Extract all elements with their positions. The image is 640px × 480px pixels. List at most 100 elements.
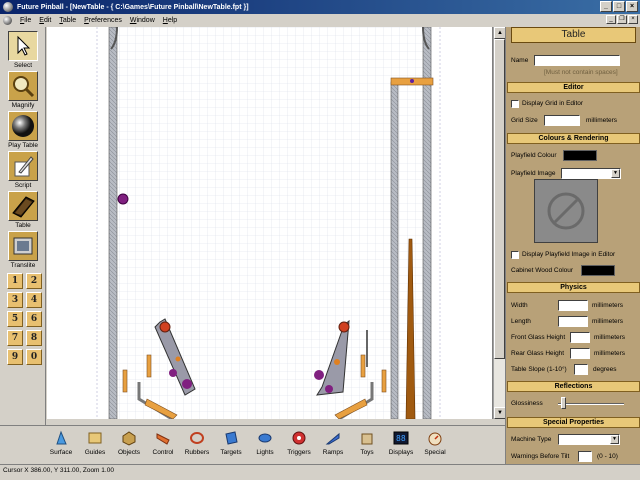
toys-label: Toys [360,449,374,456]
control-tool[interactable]: Control [146,428,180,456]
layer-button-6[interactable]: 6 [26,311,42,327]
glossiness-slider-track[interactable] [558,403,624,405]
guides-tool[interactable]: Guides [78,428,112,456]
post-left[interactable] [117,193,129,205]
length-units: millimeters [592,318,624,325]
rubbers-tool[interactable]: Rubbers [180,428,214,456]
dropdown-arrow-icon[interactable]: ▼ [611,169,620,178]
grid-size-units: millimeters [586,117,618,124]
menu-table[interactable]: Table [55,17,80,24]
glossiness-slider-thumb[interactable] [561,397,566,409]
child-close-button[interactable]: × [628,15,638,24]
grid-size-label: Grid Size [511,117,538,124]
title-bar: Future Pinball - [NewTable - { C:\Games\… [0,0,640,14]
surface-tool[interactable]: Surface [44,428,78,456]
display-playfield-image-checkbox[interactable] [511,251,519,259]
table-slope-input[interactable] [574,364,588,375]
rear-glass-label: Rear Glass Height [511,350,565,357]
translite-tool[interactable]: Translite [4,231,42,269]
right-outlane-light[interactable] [381,369,387,393]
toys-tool[interactable]: Toys [350,428,384,456]
triggers-icon [292,431,306,445]
width-units: millimeters [592,302,624,309]
front-glass-input[interactable] [570,332,590,343]
child-restore-button[interactable]: ❐ [617,15,627,24]
menu-file[interactable]: File [16,17,35,24]
table-tool[interactable]: Table [4,191,42,229]
targets-tool[interactable]: Targets [214,428,248,456]
layer-button-9[interactable]: 9 [7,349,23,365]
playfield-image-select[interactable]: ▼ [561,168,621,179]
layer-button-4[interactable]: 4 [26,292,42,308]
svg-text:88: 88 [396,434,406,443]
width-input[interactable] [558,300,588,311]
displays-tool[interactable]: 88 Displays [384,428,418,456]
toys-icon [361,433,373,445]
plunger-lane-wall[interactable] [390,81,399,419]
maximize-button[interactable]: □ [613,1,625,12]
left-toolbar: Select Magnify Play Table Script Table T… [0,27,46,425]
warnings-input[interactable] [578,451,592,462]
length-input[interactable] [558,316,588,327]
lights-tool[interactable]: Lights [248,428,282,456]
minimize-button[interactable]: _ [600,1,612,12]
rear-glass-input[interactable] [570,348,590,359]
grid-size-input[interactable] [544,115,580,126]
right-inlane-light[interactable] [360,354,366,378]
magnify-tool[interactable]: Magnify [4,71,42,109]
menu-edit[interactable]: Edit [35,17,55,24]
menu-window[interactable]: Window [126,17,159,24]
layer-button-7[interactable]: 7 [7,330,23,346]
cabinet-wood-colour-swatch[interactable] [581,265,615,276]
script-tool[interactable]: Script [4,151,42,189]
close-button[interactable]: × [626,1,638,12]
layer-button-8[interactable]: 8 [26,330,42,346]
left-wall[interactable] [108,27,118,419]
left-inlane-light[interactable] [146,354,152,378]
layer-button-1[interactable]: 1 [7,273,23,289]
properties-panel: Table Name [Must not contain spaces] Edi… [505,27,640,467]
script-tool-label: Script [14,182,32,189]
child-minimize-button[interactable]: _ [606,15,616,24]
machine-type-select[interactable]: ▼ [558,434,620,445]
play-table-tool[interactable]: Play Table [4,111,42,149]
play-table-tool-label: Play Table [8,142,38,149]
front-glass-label: Front Glass Height [511,334,566,341]
display-playfield-image-label: Display Playfield Image in Editor [522,251,616,258]
objects-tool[interactable]: Objects [112,428,146,456]
magnifier-icon [13,76,35,98]
scroll-thumb[interactable] [494,39,505,359]
playfield-colour-swatch[interactable] [563,150,597,161]
menu-preferences[interactable]: Preferences [80,17,126,24]
gate-marker[interactable] [410,79,414,83]
playfield-image-label: Playfield Image [511,170,556,177]
layer-button-2[interactable]: 2 [26,273,42,289]
control-label: Control [152,449,174,456]
vertical-scrollbar[interactable]: ▲ ▼ [493,27,506,419]
objects-icon [122,431,136,446]
triggers-label: Triggers [287,449,311,456]
menu-help[interactable]: Help [159,17,181,24]
display-grid-checkbox[interactable] [511,100,519,108]
display-grid-label: Display Grid in Editor [522,100,584,107]
left-outlane-light[interactable] [122,369,128,393]
dropdown-arrow-icon[interactable]: ▼ [610,435,619,444]
document-icon[interactable] [3,15,12,25]
triggers-tool[interactable]: Triggers [282,428,316,456]
width-label: Width [511,302,528,309]
front-glass-units: millimeters [594,334,626,341]
special-tool[interactable]: Special [418,428,452,456]
name-input[interactable] [534,55,620,66]
layer-button-0[interactable]: 0 [26,349,42,365]
table-editor-canvas[interactable] [47,27,493,419]
right-wall[interactable] [422,27,432,419]
select-tool[interactable]: Select [4,31,42,69]
pinball-table-icon [12,196,35,218]
layer-button-5[interactable]: 5 [7,311,23,327]
objects-label: Objects [117,449,141,456]
layer-button-3[interactable]: 3 [7,292,23,308]
displays-icon: 88 [393,431,409,445]
ramps-tool[interactable]: Ramps [316,428,350,456]
name-label: Name [511,57,529,64]
translite-tool-label: Translite [10,262,36,269]
